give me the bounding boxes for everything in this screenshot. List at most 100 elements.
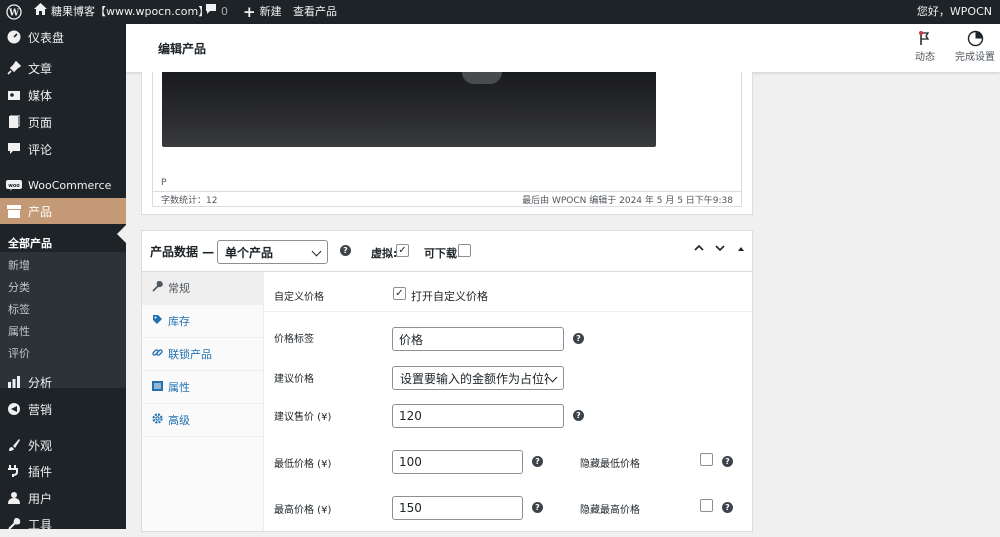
help-icon[interactable]: ? — [340, 245, 351, 256]
product-image — [162, 72, 656, 147]
hide-max-price-checkbox[interactable] — [700, 499, 713, 512]
min-price-input[interactable]: 100 — [392, 450, 523, 474]
toggle-panel-icon[interactable] — [736, 243, 746, 257]
tab-label: 联锁产品 — [168, 348, 212, 361]
menu-media[interactable]: 媒体 — [0, 82, 126, 108]
menu-marketing[interactable]: 营销 — [0, 396, 126, 422]
min-price-label: 最低价格 (¥) — [274, 459, 332, 470]
editor-area[interactable]: P 字数统计：12 最后由 WPOCN 编辑于 2024 年 5 月 5 日下午… — [152, 72, 742, 207]
menu-posts[interactable]: 文章 — [0, 55, 126, 81]
menu-label: 评论 — [28, 142, 53, 157]
menu-label: 插件 — [28, 464, 53, 479]
submenu-reviews[interactable]: 评价 — [8, 345, 30, 361]
progress-circle-icon — [951, 30, 999, 48]
help-icon[interactable]: ? — [722, 502, 733, 513]
activity-label: 动态 — [915, 52, 935, 63]
media-icon — [6, 87, 22, 103]
admin-bar: W 糖果博客【www.wpocn.com】 0 + 新建 查看产品 您好，WPO… — [0, 0, 1000, 24]
tab-advanced[interactable]: 高级 — [142, 404, 263, 437]
plus-icon: + — [243, 3, 256, 21]
brush-icon — [6, 437, 22, 453]
suggested-price-select[interactable]: 设置要输入的金额作为占位符 — [392, 366, 564, 390]
view-product-link[interactable]: 查看产品 — [293, 0, 337, 24]
submenu-add-new[interactable]: 新增 — [8, 257, 30, 273]
price-label-value: 价格 — [399, 332, 424, 347]
menu-analytics[interactable]: 分析 — [0, 369, 126, 395]
product-type-select[interactable]: 单个产品 — [217, 240, 328, 264]
view-product-label: 查看产品 — [293, 5, 337, 18]
menu-woocommerce[interactable]: woo WooCommerce — [0, 172, 126, 198]
new-content-link[interactable]: + 新建 — [243, 0, 282, 24]
tab-label: 常规 — [168, 282, 190, 295]
tab-label: 属性 — [168, 381, 190, 394]
downloadable-checkbox[interactable] — [458, 244, 471, 257]
suggested-price-value: 设置要输入的金额作为占位符 — [400, 371, 548, 386]
site-name-link[interactable]: 糖果博客【www.wpocn.com】 — [34, 0, 209, 24]
menu-dashboard[interactable]: 仪表盘 — [0, 24, 126, 50]
hide-min-price-checkbox[interactable] — [700, 453, 713, 466]
chevron-down-icon[interactable] — [714, 242, 726, 257]
menu-label: 外观 — [28, 438, 53, 453]
hide-max-price-label: 隐藏最高价格 — [580, 505, 640, 516]
menu-comments[interactable]: 评论 — [0, 136, 126, 162]
menu-users[interactable]: 用户 — [0, 485, 126, 511]
editor-path: P — [161, 178, 167, 188]
menu-pages[interactable]: 页面 — [0, 109, 126, 135]
menu-plugins[interactable]: 插件 — [0, 458, 126, 484]
wordpress-logo-icon[interactable]: W — [6, 0, 22, 24]
max-price-input[interactable]: 150 — [392, 496, 523, 520]
page-header: 编辑产品 动态 完成设置 — [126, 24, 1000, 72]
tab-linked-products[interactable]: 联锁产品 — [142, 338, 263, 371]
help-icon[interactable]: ? — [532, 456, 543, 467]
menu-label: 页面 — [28, 115, 53, 130]
help-icon[interactable]: ? — [573, 333, 584, 344]
submenu-attributes[interactable]: 属性 — [8, 323, 30, 339]
user-greeting[interactable]: 您好，WPOCN — [917, 0, 992, 24]
link-icon — [151, 347, 163, 361]
menu-label: 仪表盘 — [28, 30, 65, 45]
help-icon[interactable]: ? — [573, 410, 584, 421]
current-menu-arrow — [117, 225, 126, 243]
activity-button[interactable]: 动态 — [901, 30, 949, 63]
tab-attributes[interactable]: 属性 — [142, 371, 263, 404]
downloadable-label: 可下载: — [424, 247, 462, 260]
min-price-value: 100 — [399, 455, 422, 469]
help-icon[interactable]: ? — [722, 456, 733, 467]
product-data-title: 产品数据 — — [150, 245, 215, 259]
submenu-tags[interactable]: 标签 — [8, 301, 30, 317]
flag-icon — [901, 30, 949, 48]
max-price-value: 150 — [399, 501, 422, 515]
tab-inventory[interactable]: 库存 — [142, 305, 263, 338]
price-label-input[interactable]: 价格 — [392, 327, 564, 351]
tab-general[interactable]: 常规 — [142, 272, 263, 305]
product-data-box: 产品数据 — 单个产品 ? 虚拟: ✓ 可下载: 常规 库存 联锁产品 属性 高… — [141, 230, 753, 532]
finish-setup-button[interactable]: 完成设置 — [951, 30, 999, 63]
plugin-icon — [6, 463, 22, 479]
menu-label: 媒体 — [28, 88, 53, 103]
suggested-sale-input[interactable]: 120 — [392, 404, 564, 428]
chart-icon — [6, 374, 22, 390]
svg-text:W: W — [8, 9, 20, 19]
menu-tools[interactable]: 工具 — [0, 511, 126, 537]
tab-label: 库存 — [168, 315, 190, 328]
new-label: 新建 — [259, 5, 282, 18]
menu-label: 文章 — [28, 61, 53, 76]
chevron-up-icon[interactable] — [693, 242, 705, 257]
price-label-label: 价格标签 — [274, 334, 314, 345]
virtual-label: 虚拟: — [371, 247, 398, 260]
tag-icon — [151, 314, 163, 328]
list-icon — [151, 380, 163, 394]
menu-products[interactable]: 产品 — [0, 198, 126, 224]
submenu-categories[interactable]: 分类 — [8, 279, 30, 295]
submenu-all-products[interactable]: 全部产品 — [8, 235, 52, 251]
chevron-down-icon — [311, 246, 322, 257]
comments-link[interactable]: 0 — [205, 0, 228, 24]
product-type-value: 单个产品 — [225, 245, 274, 260]
help-icon[interactable]: ? — [532, 502, 543, 513]
virtual-checkbox[interactable]: ✓ — [396, 244, 409, 257]
home-icon — [34, 0, 47, 24]
menu-label: 分析 — [28, 375, 53, 390]
menu-appearance[interactable]: 外观 — [0, 432, 126, 458]
custom-price-checkbox[interactable]: ✓ — [393, 287, 406, 300]
product-data-tabs: 常规 库存 联锁产品 属性 高级 — [142, 272, 264, 531]
